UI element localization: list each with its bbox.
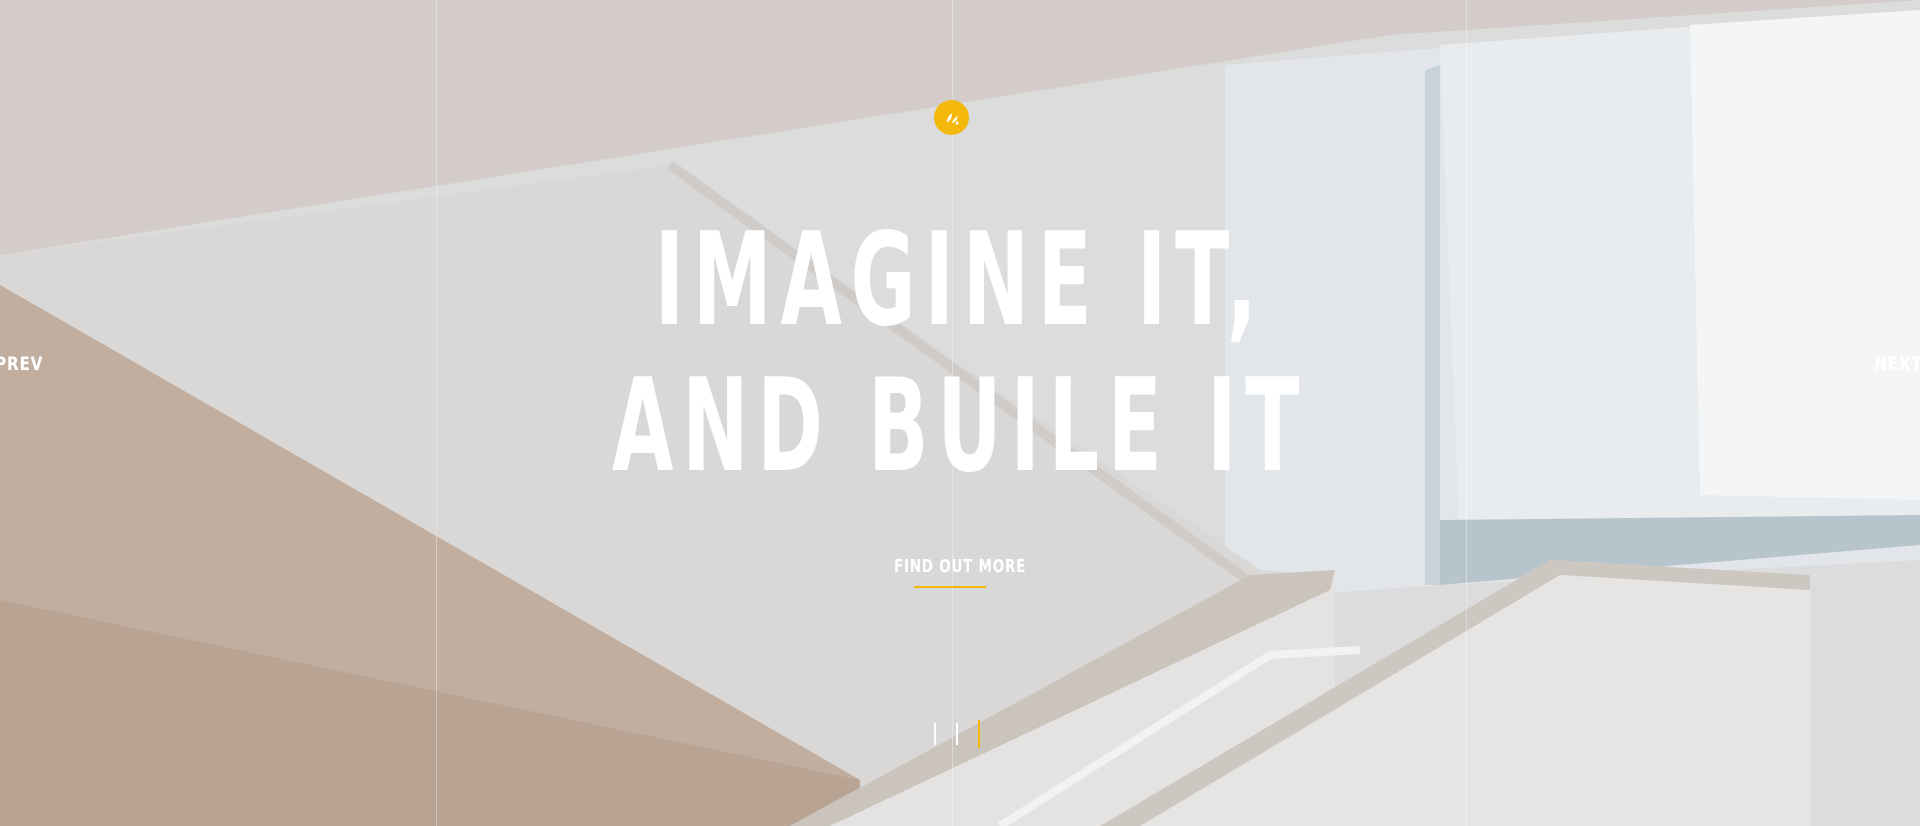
find-out-more-link[interactable]: FIND OUT MORE <box>894 556 1026 577</box>
prev-slide-button[interactable]: PREV <box>0 353 43 375</box>
headline-line-2: AND BUILE IT <box>611 352 1309 501</box>
pager-dot-3-active[interactable] <box>978 720 980 748</box>
cta-underline <box>914 586 986 588</box>
hero-headline: IMAGINE IT, AND BUILE IT <box>365 208 1555 500</box>
hero-slider: IMAGINE IT, AND BUILE IT FIND OUT MORE P… <box>0 0 1920 826</box>
next-slide-button[interactable]: NEXT <box>1874 353 1920 375</box>
pager-dot-2[interactable] <box>956 723 958 745</box>
cta-wrapper: FIND OUT MORE <box>0 556 1920 577</box>
headline-line-1: IMAGINE IT, <box>654 206 1266 355</box>
pager-dot-1[interactable] <box>934 723 936 745</box>
leaf-logo-icon[interactable] <box>934 100 969 135</box>
slide-pager <box>934 720 980 748</box>
